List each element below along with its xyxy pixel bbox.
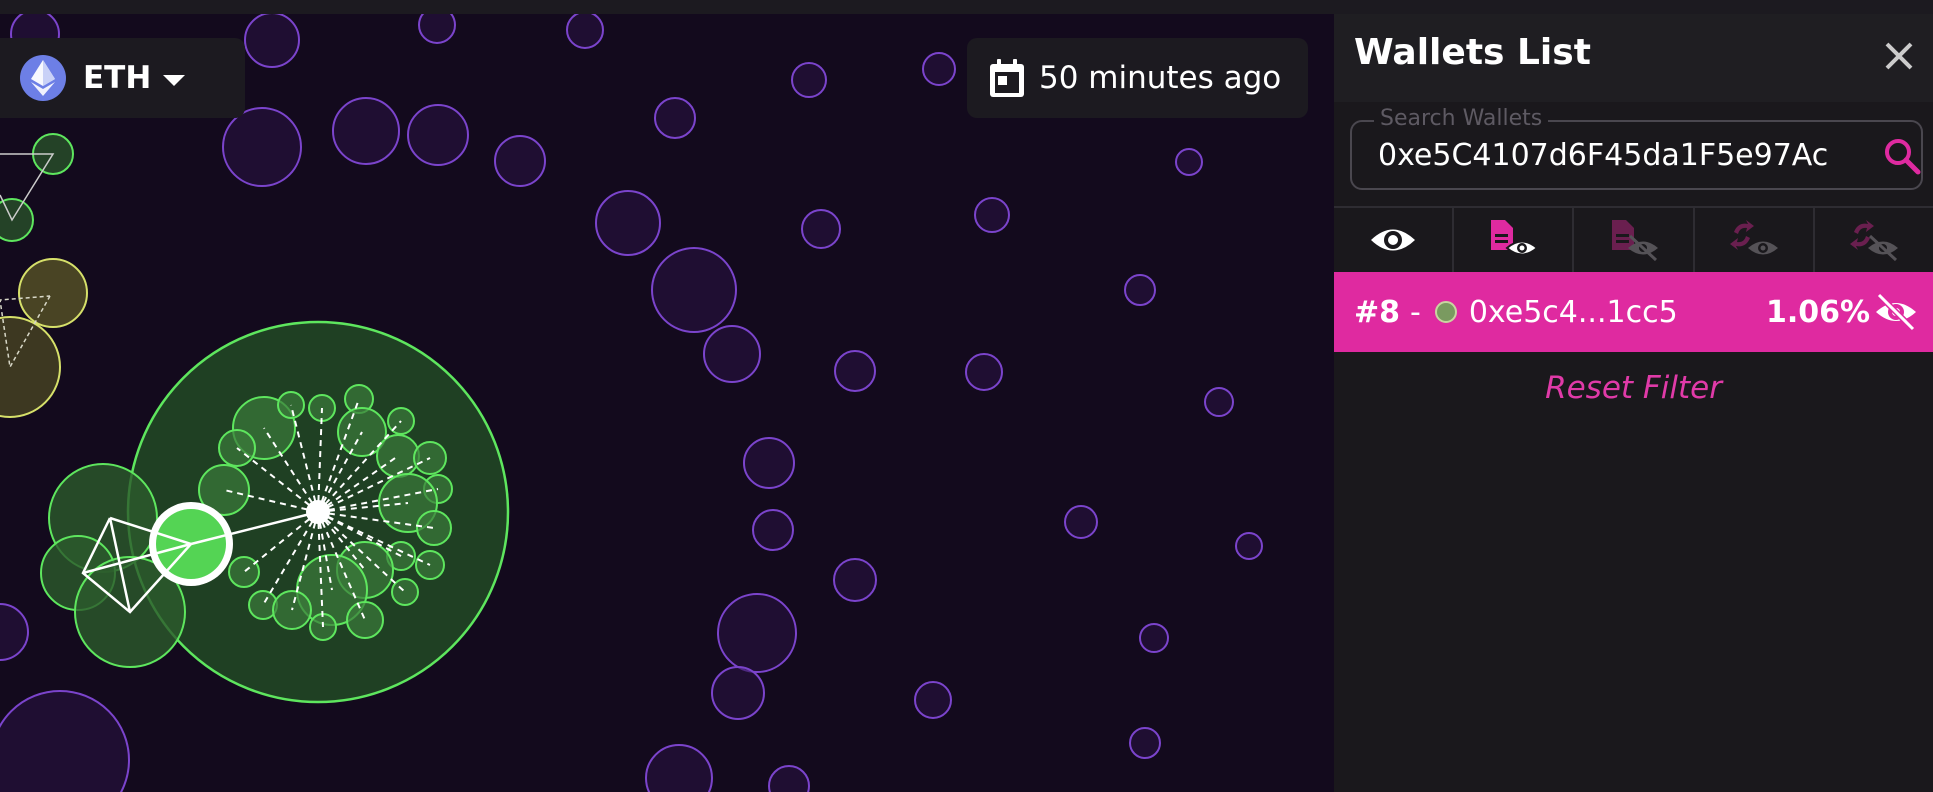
filter-contracts-visible[interactable] [1454, 208, 1575, 272]
main-green-cluster [40, 320, 510, 704]
eye-icon [1371, 229, 1416, 251]
time-range-selector[interactable]: 50 minutes ago [967, 38, 1308, 118]
visibility-filter-row [1334, 206, 1933, 274]
ethereum-icon [20, 55, 66, 101]
chevron-down-icon [163, 74, 186, 86]
filter-show-all[interactable] [1334, 208, 1455, 272]
contract-eye-off-icon [1611, 220, 1658, 262]
filter-contracts-hidden[interactable] [1574, 208, 1695, 272]
search-legend: Search Wallets [1374, 106, 1549, 131]
wallet-rank: #8 [1354, 294, 1401, 330]
exchange-eye-icon [1729, 220, 1778, 255]
exchange-eye-off-icon [1849, 220, 1898, 262]
top-bar [0, 0, 1933, 14]
wallet-color-dot [1434, 301, 1457, 323]
wallet-address: 0xe5c4...1cc5 [1468, 294, 1678, 330]
wallet-list-item[interactable]: #8 - 0xe5c4...1cc5 1.06% [1334, 272, 1933, 352]
wallet-separator: - [1410, 294, 1421, 330]
search-input[interactable] [1378, 132, 1828, 178]
close-icon[interactable] [1879, 36, 1919, 76]
panel-header: Wallets List [1334, 14, 1933, 102]
contract-eye-icon [1491, 220, 1539, 256]
yellow-cluster [0, 258, 88, 418]
eye-off-icon[interactable] [1874, 290, 1918, 334]
bubble-map-svg[interactable] [0, 14, 1334, 792]
wallet-percent: 1.06% [1766, 294, 1871, 330]
search-icon[interactable] [1882, 136, 1922, 176]
calendar-icon [990, 59, 1024, 97]
wallets-panel: Wallets List Search Wallets 0xe5C4107d6F… [1334, 14, 1933, 792]
time-range-label: 50 minutes ago [1039, 60, 1282, 96]
bubble-map-canvas[interactable] [0, 14, 1334, 792]
filter-exchanges-visible[interactable] [1695, 208, 1815, 272]
chain-label: ETH [83, 60, 152, 96]
filter-exchanges-hidden[interactable] [1815, 208, 1933, 272]
top-left-green-cluster [0, 133, 74, 242]
reset-filter-link[interactable]: Reset Filter [1334, 370, 1933, 406]
panel-title: Wallets List [1354, 32, 1591, 73]
search-field: Search Wallets [1350, 106, 1923, 190]
chain-selector[interactable]: ETH [0, 38, 245, 118]
